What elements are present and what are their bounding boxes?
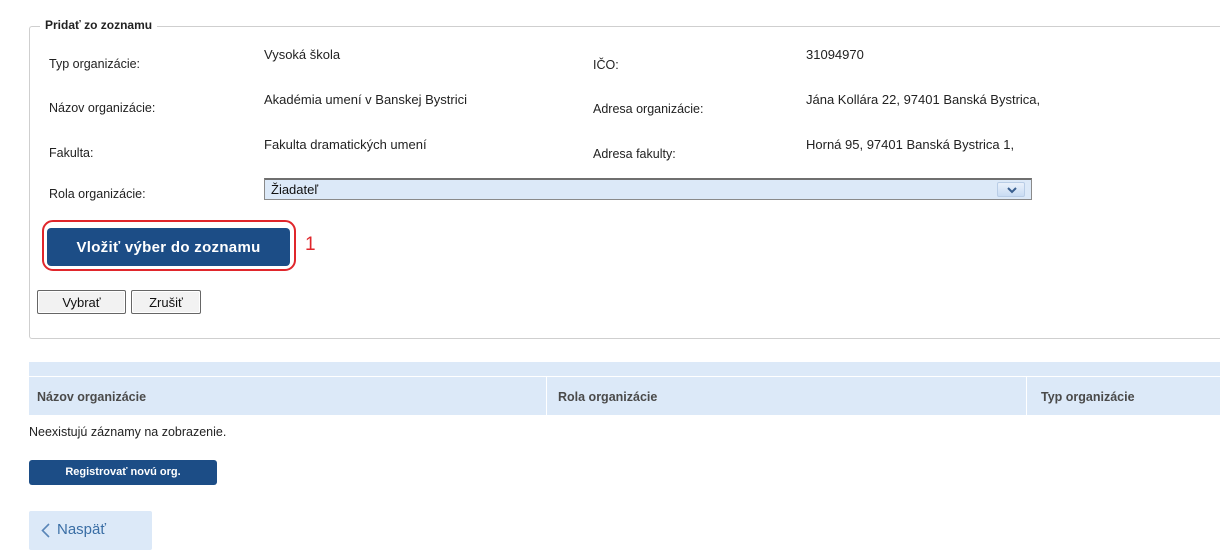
nazov-organizacie-label: Názov organizácie: (49, 101, 156, 115)
chevron-down-icon (1007, 187, 1017, 194)
rola-organizacie-label: Rola organizácie: (49, 187, 146, 201)
adresa-organizacie-label: Adresa organizácie: (593, 102, 704, 116)
back-button-label: Naspäť (57, 521, 106, 538)
select-button[interactable]: Vybrať (37, 290, 126, 314)
dropdown-button[interactable] (997, 182, 1025, 197)
column-divider (1026, 377, 1027, 415)
table-toolbar (29, 362, 1220, 376)
column-header-rola[interactable]: Rola organizácie (558, 390, 657, 404)
register-new-org-button[interactable]: Registrovať novú org. (29, 460, 217, 485)
rola-selected-value: Žiadateľ (271, 182, 319, 197)
annotation-number: 1 (305, 234, 316, 255)
back-button[interactable]: Naspäť (29, 511, 152, 550)
column-header-nazov[interactable]: Názov organizácie (37, 390, 146, 404)
fakulta-label: Fakulta: (49, 146, 94, 160)
adresa-organizacie-value: Jána Kollára 22, 97401 Banská Bystrica, (806, 92, 1041, 107)
cancel-button[interactable]: Zrušiť (131, 290, 201, 314)
adresa-fakulty-label: Adresa fakulty: (593, 147, 676, 161)
ico-label: IČO: (593, 58, 619, 72)
rola-organizacie-select[interactable]: Žiadateľ (264, 178, 1032, 200)
nazov-organizacie-value: Akadémia umení v Banskej Bystrici (264, 92, 468, 107)
chevron-left-icon (41, 523, 50, 538)
adresa-fakulty-value: Horná 95, 97401 Banská Bystrica 1, (806, 137, 1015, 152)
fakulta-value: Fakulta dramatických umení (264, 137, 427, 152)
table-header: Názov organizácie Rola organizácie Typ o… (29, 377, 1220, 415)
ico-value: 31094970 (806, 47, 864, 62)
fieldset-legend: Pridať zo zoznamu (40, 18, 158, 32)
insert-selection-button[interactable]: Vložiť výber do zoznamu (47, 228, 290, 266)
typ-organizacie-value: Vysoká škola (264, 47, 341, 62)
column-divider (546, 377, 547, 415)
column-header-typ[interactable]: Typ organizácie (1041, 390, 1135, 404)
typ-organizacie-label: Typ organizácie: (49, 57, 141, 71)
empty-table-message: Neexistujú záznamy na zobrazenie. (29, 425, 227, 439)
